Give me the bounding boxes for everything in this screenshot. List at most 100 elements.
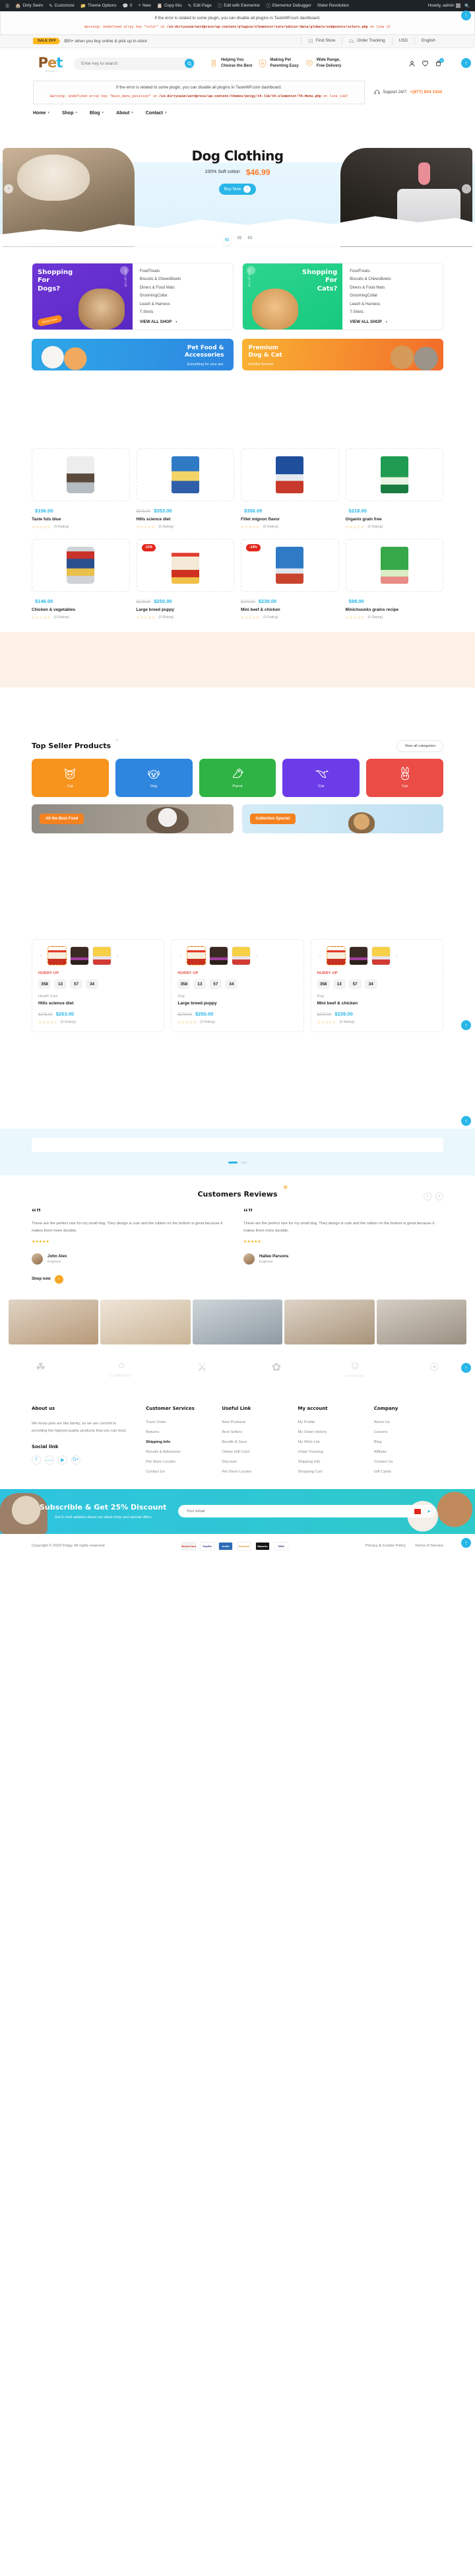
- list-item[interactable]: FoodTreats: [350, 269, 437, 273]
- scroll-to-top-button[interactable]: ↑: [461, 1020, 471, 1030]
- footer-link[interactable]: Careers: [374, 1430, 443, 1434]
- footer-link[interactable]: My Order History: [298, 1430, 367, 1434]
- brand-logo-2[interactable]: ⚔: [197, 1361, 207, 1376]
- footer-link[interactable]: Bundle & Save: [222, 1440, 291, 1444]
- product-card[interactable]: -10%: [136, 538, 234, 592]
- footer-link[interactable]: Best Sellers: [222, 1430, 291, 1434]
- reviews-next-button[interactable]: ›: [435, 1192, 443, 1201]
- deal-card[interactable]: ‹ › HURRY UP 358 13 57 34 Dog Large bree…: [171, 938, 304, 1032]
- footer-link[interactable]: My Wish List: [298, 1440, 367, 1444]
- adminbar-item-theme-options[interactable]: 📁 Theme Options: [80, 3, 117, 9]
- product-name[interactable]: Minichuunks grains recipe: [346, 608, 444, 612]
- promo-premium[interactable]: Premium Dog & Cat Healthy formula: [241, 338, 443, 370]
- footer-link[interactable]: Shipping Info: [146, 1440, 215, 1444]
- banner-collection-special[interactable]: Collection Special: [241, 804, 443, 833]
- gallery-image[interactable]: [192, 1299, 283, 1344]
- adminbar-item-comments[interactable]: 💬 0: [123, 3, 133, 9]
- scroll-to-top-button[interactable]: ↑: [461, 1537, 471, 1548]
- terms-of-service-link[interactable]: Terms of Service: [415, 1544, 443, 1548]
- nav-item-shop[interactable]: Shop ▾: [62, 111, 77, 116]
- facebook-icon[interactable]: f: [32, 1455, 41, 1465]
- deal-product-name[interactable]: Hills science diet: [38, 1001, 158, 1006]
- footer-link[interactable]: Recalls & Advisories: [146, 1450, 215, 1454]
- list-item[interactable]: Biscuits & ChewsBowls: [140, 277, 228, 281]
- deal-thumb[interactable]: [70, 946, 89, 965]
- promo-pet-food[interactable]: Pet Food & Accessories Everything for you…: [32, 338, 234, 370]
- footer-link[interactable]: Contact Us: [146, 1470, 215, 1474]
- nav-item-blog[interactable]: Blog ▾: [90, 111, 104, 116]
- category-card-bird[interactable]: Cat: [282, 758, 360, 797]
- list-item[interactable]: Diners & Food Mats: [350, 286, 437, 290]
- gallery-image[interactable]: [100, 1299, 191, 1344]
- footer-link[interactable]: Pet Store Locator: [146, 1460, 215, 1464]
- deal-thumb[interactable]: [371, 946, 391, 965]
- list-item[interactable]: FoodTreats: [140, 269, 228, 273]
- twitter-icon[interactable]: ⸺: [45, 1455, 54, 1465]
- privacy-policy-link[interactable]: Privacy & Cookie Policy: [365, 1544, 406, 1548]
- footer-link[interactable]: New Products: [222, 1420, 291, 1424]
- adminbar-item-customize[interactable]: ✎ Customize: [49, 3, 75, 9]
- deal-thumb[interactable]: [348, 946, 368, 965]
- deal-next-button[interactable]: ›: [115, 954, 121, 958]
- deal-thumb-selected[interactable]: [48, 946, 67, 965]
- cart-icon[interactable]: 0: [435, 57, 444, 67]
- gallery-image[interactable]: [284, 1299, 375, 1344]
- adminbar-item-copy[interactable]: 📋 Copy this: [157, 3, 182, 9]
- deal-next-button[interactable]: ›: [254, 954, 260, 958]
- product-card[interactable]: [32, 448, 130, 501]
- google-plus-icon[interactable]: G+: [71, 1455, 80, 1465]
- scroll-to-top-button[interactable]: ↑: [461, 58, 471, 68]
- deal-product-name[interactable]: Mini beef & chicken: [317, 1001, 437, 1006]
- list-item[interactable]: Biscuits & ChewsBowls: [350, 277, 437, 281]
- footer-link[interactable]: Affiliate: [374, 1450, 443, 1454]
- category-card-dog[interactable]: Dog: [115, 758, 193, 797]
- scroll-to-top-button[interactable]: ↑: [461, 1362, 471, 1373]
- footer-link[interactable]: Shipping Info: [298, 1460, 367, 1464]
- list-item[interactable]: Diners & Food Mats: [140, 286, 228, 290]
- footer-link[interactable]: Contact Us: [374, 1460, 443, 1464]
- product-name[interactable]: Large breed puppy: [137, 608, 235, 612]
- adminbar-item-slider-revolution[interactable]: Slider Revolution: [317, 3, 349, 8]
- footer-link[interactable]: Returns: [146, 1430, 215, 1434]
- footer-link[interactable]: Pet Store Locator: [222, 1470, 291, 1474]
- scroll-to-top-button[interactable]: ↑: [461, 1115, 471, 1126]
- hero-dot-01[interactable]: 01: [222, 236, 232, 245]
- footer-link[interactable]: Gift Cards: [374, 1470, 443, 1474]
- view-all-categories-button[interactable]: View all categories: [396, 740, 443, 752]
- product-name[interactable]: Hills science diet: [137, 517, 235, 522]
- brand-logo-0[interactable]: ☘: [36, 1361, 46, 1376]
- category-card-rabbit[interactable]: Cat: [366, 758, 443, 797]
- language-selector[interactable]: English: [414, 37, 442, 46]
- account-icon[interactable]: [408, 60, 416, 67]
- search-icon[interactable]: 🔍: [464, 3, 470, 9]
- footer-link[interactable]: Discount: [222, 1460, 291, 1464]
- product-card[interactable]: -14%: [241, 538, 339, 592]
- brand-logo-3[interactable]: ✿: [272, 1361, 281, 1376]
- product-card[interactable]: [136, 448, 234, 501]
- footer-link[interactable]: About Us: [374, 1420, 443, 1424]
- hero-next-button[interactable]: ›: [462, 184, 471, 193]
- list-item[interactable]: T-Shirts: [140, 310, 228, 314]
- footer-link[interactable]: Blog: [374, 1440, 443, 1444]
- product-name[interactable]: Chicken & vegetables: [32, 608, 130, 612]
- hero-prev-button[interactable]: ‹: [4, 184, 13, 193]
- list-item[interactable]: Leash & Harness: [140, 302, 228, 306]
- site-logo[interactable]: Pet shop: [33, 55, 67, 73]
- product-name[interactable]: Fillet mignon flavor: [241, 517, 339, 522]
- deal-prev-button[interactable]: ‹: [177, 954, 183, 958]
- deal-prev-button[interactable]: ‹: [317, 954, 323, 958]
- adminbar-item-elementor-debugger[interactable]: ⓘ Elementor Debugger: [266, 3, 311, 9]
- nav-item-home[interactable]: Home ▾: [33, 111, 49, 116]
- search-input[interactable]: [81, 61, 185, 66]
- know-more-bone-button[interactable]: Know more: [37, 314, 63, 327]
- pagination-dot-active[interactable]: [228, 1161, 238, 1164]
- currency-selector[interactable]: USD: [391, 37, 415, 46]
- footer-link[interactable]: Online Gift Card: [222, 1450, 291, 1454]
- subscribe-submit-button[interactable]: ➤: [424, 1506, 433, 1516]
- list-item[interactable]: T-Shirts: [350, 310, 437, 314]
- category-card-cat[interactable]: Cat: [32, 758, 109, 797]
- adminbar-item-new[interactable]: + New: [138, 3, 150, 8]
- nav-item-about[interactable]: About ▾: [116, 111, 133, 116]
- deal-next-button[interactable]: ›: [394, 954, 400, 958]
- footer-link[interactable]: Order Tracking: [298, 1450, 367, 1454]
